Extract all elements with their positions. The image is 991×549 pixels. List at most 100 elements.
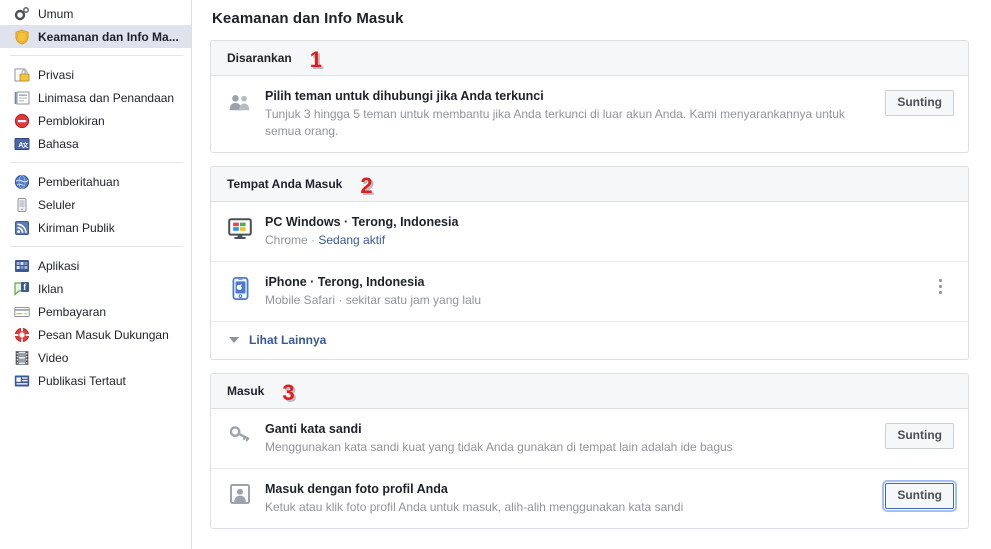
rss-icon [14,220,30,236]
annotation-number: 2 [360,173,373,198]
settings-row-subtitle: Tunjuk 3 hingga 5 teman untuk membantu j… [265,107,845,138]
sidebar-group: Umum Keamanan dan Info Ma... [0,2,191,48]
see-more-label: Lihat Lainnya [249,333,327,347]
lifebuoy-icon [14,327,30,343]
main-content: Keamanan dan Info Masuk Disarankan 1 Pilih… [192,0,991,549]
iphone-icon [227,277,253,300]
settings-row-title: Pilih teman untuk dihubungi jika Anda te… [265,89,544,103]
settings-row-aside: Sunting [885,421,954,449]
sidebar-group: Privasi Linimasa dan Penandaan Pemblokiran… [0,63,191,155]
sidebar-item-label: Video [38,350,69,365]
sidebar-item-label: Publikasi Tertaut [38,373,126,388]
friends-icon [227,91,253,113]
settings-sections: Disarankan 1 Pilih teman untuk dihubungi j… [210,40,969,529]
block-icon [14,113,30,129]
section-card-tempat-anda-masuk: Tempat Anda Masuk 2 PC Windows · Terong, I… [210,166,969,360]
settings-row: Ganti kata sandi Menggunakan kata sandi k… [211,409,968,469]
sidebar-item-publikasi-tertaut[interactable]: Publikasi Tertaut [0,369,191,392]
settings-row-body: iPhone · Terong, Indonesia Mobile Safari … [265,274,932,309]
settings-row: Masuk dengan foto profil Anda Ketuk atau … [211,469,968,528]
sidebar-item-privasi[interactable]: Privasi [0,63,191,86]
sidebar-item-label: Aplikasi [38,258,80,273]
sidebar-item-label: Umum [38,6,74,21]
subtitle-text: Chrome · [265,233,319,247]
sidebar-item-label: Pemblokiran [38,113,105,128]
settings-page: Umum Keamanan dan Info Ma... Privasi Linima… [0,0,991,549]
sidebar-item-pesan-masuk-dukungan[interactable]: Pesan Masuk Dukungan [0,323,191,346]
sidebar-item-label: Seluler [38,197,76,212]
sidebar-item-kiriman-publik[interactable]: Kiriman Publik [0,216,191,239]
settings-row-subtitle: Chrome · Sedang aktif [265,232,944,249]
sidebar-item-label: Pesan Masuk Dukungan [38,327,169,342]
section-header-title: Tempat Anda Masuk [227,177,343,191]
sidebar-item-seluler[interactable]: Seluler [0,193,191,216]
settings-row-body: Pilih teman untuk dihubungi jika Anda te… [265,88,885,140]
sidebar-item-pembayaran[interactable]: Pembayaran [0,300,191,323]
gears-icon [14,6,30,22]
settings-row-aside: Sunting [882,480,957,512]
settings-row-aside: Sunting [885,88,954,116]
sidebar-item-video[interactable]: Video [0,346,191,369]
apps-icon [14,258,30,274]
sidebar-item-label: Iklan [38,281,64,296]
settings-row-subtitle: Mobile Safari · sekitar satu jam yang la… [265,293,482,307]
annotation-number: 1 [309,47,322,72]
svg-text:文: 文 [21,141,29,149]
chevron-down-icon [229,337,239,343]
settings-row-title: iPhone · Terong, Indonesia [265,275,425,289]
sidebar-item-pemblokiran[interactable]: Pemblokiran [0,109,191,132]
edit-button[interactable]: Sunting [885,423,954,449]
sidebar-item-label: Pembayaran [38,304,107,319]
section-header-title: Disarankan [227,51,292,65]
lock-icon [14,67,30,83]
sidebar-item-label: Pemberitahuan [38,174,120,189]
section-header: Masuk 3 [211,374,968,409]
sidebar-item-umum[interactable]: Umum [0,2,191,25]
profile-photo-icon [227,484,253,504]
windows-pc-icon [227,217,253,241]
settings-row-body: Ganti kata sandi Menggunakan kata sandi k… [265,421,885,456]
card-icon [14,304,30,320]
kebab-menu-icon[interactable] [932,276,950,296]
section-header: Disarankan 1 [211,41,968,76]
section-card-disarankan: Disarankan 1 Pilih teman untuk dihubungi j… [210,40,969,153]
film-icon [14,350,30,366]
see-more-button[interactable]: Lihat Lainnya [211,322,968,359]
globe-icon [14,174,30,190]
sidebar-divider [10,246,183,247]
edit-button[interactable]: Sunting [885,90,954,116]
settings-row-title: PC Windows · Terong, Indonesia [265,215,459,229]
publisher-icon [14,373,30,389]
settings-row-title: Masuk dengan foto profil Anda [265,482,448,496]
sidebar-item-iklan[interactable]: f Iklan [0,277,191,300]
shield-icon [14,29,30,45]
sidebar-item-label: Kiriman Publik [38,220,115,235]
language-icon: A文 [14,136,30,152]
sidebar-item-bahasa[interactable]: A 文 Bahasa [0,132,191,155]
timeline-icon [14,90,30,106]
sidebar-divider [10,55,183,56]
sidebar-item-label: Keamanan dan Info Ma... [38,29,179,44]
section-header-title: Masuk [227,384,265,398]
sidebar-item-keamanan-dan-info-ma[interactable]: Keamanan dan Info Ma... [0,25,191,48]
mobile-icon [14,197,30,213]
active-session-link[interactable]: Sedang aktif [318,233,385,247]
section-header: Tempat Anda Masuk 2 [211,167,968,202]
sidebar-item-label: Bahasa [38,136,79,151]
ads-icon: f [14,281,30,297]
settings-row-aside [932,274,954,296]
edit-button[interactable]: Sunting [882,480,957,512]
key-icon [227,424,253,444]
sidebar-item-linimasa-dan-penandaan[interactable]: Linimasa dan Penandaan [0,86,191,109]
settings-row: PC Windows · Terong, Indonesia Chrome · S… [211,202,968,262]
sidebar-group: Aplikasi f Iklan Pembayaran Pesan Masuk Duku… [0,254,191,392]
settings-row-subtitle: Menggunakan kata sandi kuat yang tidak A… [265,440,733,454]
settings-row: Pilih teman untuk dihubungi jika Anda te… [211,76,968,152]
settings-row: iPhone · Terong, Indonesia Mobile Safari … [211,262,968,322]
page-title: Keamanan dan Info Masuk [212,10,404,27]
sidebar-item-aplikasi[interactable]: Aplikasi [0,254,191,277]
sidebar-item-label: Privasi [38,67,75,82]
annotation-number: 3 [282,380,295,405]
sidebar-item-pemberitahuan[interactable]: Pemberitahuan [0,170,191,193]
settings-row-body: PC Windows · Terong, Indonesia Chrome · S… [265,214,954,249]
